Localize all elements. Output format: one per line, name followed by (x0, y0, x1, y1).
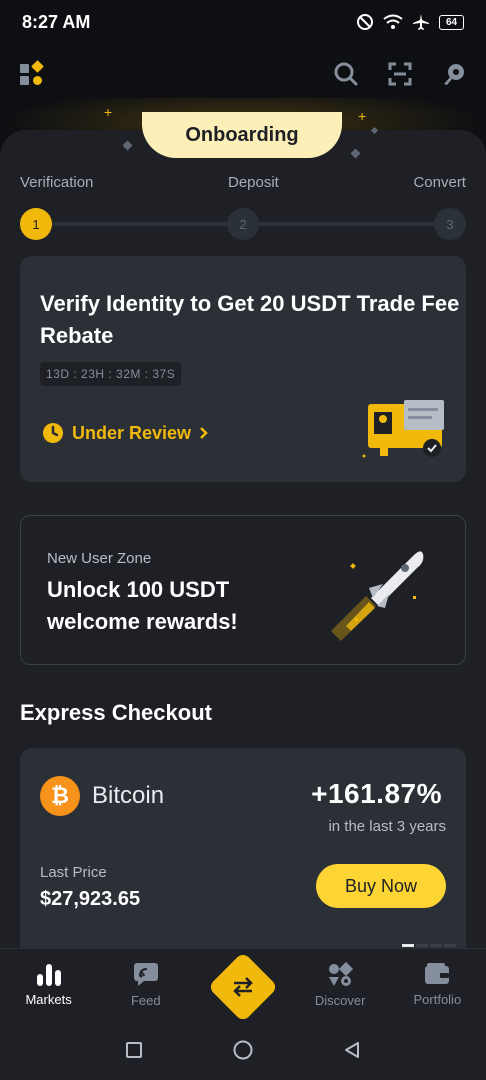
onboarding-tab: Onboarding (142, 112, 342, 158)
zone-caption: New User Zone (47, 550, 152, 567)
apps-menu-icon[interactable] (16, 58, 48, 90)
nav-portfolio-label: Portfolio (413, 992, 462, 1007)
discover-icon (329, 961, 354, 986)
android-nav-bar (0, 1020, 486, 1080)
clock-icon (43, 423, 63, 443)
nav-trade[interactable] (194, 949, 291, 1022)
airplane-mode-icon (413, 14, 429, 30)
buy-now-button[interactable]: Buy Now (316, 864, 446, 908)
battery-indicator: 64 (439, 14, 464, 30)
wallet-icon (425, 963, 450, 984)
express-checkout-title: Express Checkout (20, 700, 212, 725)
support-icon[interactable] (438, 58, 470, 90)
feed-icon (133, 963, 158, 986)
pager-dot (444, 944, 456, 947)
pager-dot (416, 944, 428, 947)
price-change: +161.87% (311, 778, 442, 809)
price-change-period: in the last 3 years (328, 818, 446, 835)
step-label-convert: Convert (413, 174, 466, 191)
zone-title: Unlock 100 USDT welcome rewards! (47, 577, 238, 634)
review-status: Under Review (72, 422, 192, 443)
back-button-icon[interactable] (342, 1040, 362, 1060)
nav-discover[interactable]: Discover (292, 949, 389, 1020)
bottom-nav: Markets Feed Discover Portfolio (0, 948, 486, 1022)
wifi-icon (383, 14, 403, 29)
steps-labels: Verification Deposit Convert (20, 174, 466, 191)
verify-identity-card[interactable]: Verify Identity to Get 20 USDT Trade Fee… (20, 256, 466, 482)
status-time: 8:27 AM (22, 11, 91, 32)
id-card-illustration (362, 400, 444, 458)
nav-discover-label: Discover (314, 993, 366, 1008)
nav-portfolio[interactable]: Portfolio (389, 949, 486, 1020)
scan-icon[interactable] (384, 58, 416, 90)
last-price-label: Last Price (40, 864, 107, 881)
step-dot-3: 3 (434, 208, 466, 240)
top-actions (330, 58, 470, 90)
nav-feed[interactable]: Feed (97, 949, 194, 1020)
step-label-verification: Verification (20, 174, 94, 191)
bar-chart-icon (36, 964, 61, 986)
verify-title: Verify Identity to Get 20 USDT Trade Fee… (40, 291, 460, 348)
step-label-deposit: Deposit (227, 174, 279, 191)
bitcoin-icon: ₿ (40, 776, 80, 816)
home-button-icon[interactable] (232, 1039, 254, 1061)
rocket-illustration (331, 551, 424, 641)
nav-markets[interactable]: Markets (0, 949, 97, 1020)
step-dot-1: 1 (20, 208, 52, 240)
recents-button-icon[interactable] (124, 1040, 144, 1060)
pager-dot (430, 944, 442, 947)
pager-dot-active (402, 944, 414, 947)
top-bar (0, 50, 486, 98)
trade-swap-icon (207, 951, 279, 1022)
nav-feed-label: Feed (130, 993, 161, 1008)
carousel-pager (402, 944, 456, 947)
new-user-zone-card[interactable]: New User Zone Unlock 100 USDT welcome re… (20, 515, 466, 665)
status-bar: 8:27 AM 64 (0, 0, 486, 44)
step-dot-2: 2 (227, 208, 259, 240)
do-not-disturb-icon (357, 14, 373, 30)
search-icon[interactable] (330, 58, 362, 90)
sparkle-icon: + (358, 108, 367, 124)
chevron-right-icon (200, 427, 208, 439)
last-price-value: $27,923.65 (40, 888, 141, 910)
status-icons: 64 (356, 13, 464, 31)
countdown-timer: 13D : 23H : 32M : 37S (40, 362, 182, 386)
sparkle-icon: + (104, 104, 113, 120)
coin-name: Bitcoin (92, 782, 165, 809)
nav-markets-label: Markets (25, 992, 72, 1007)
express-checkout-card: ₿ Bitcoin +161.87% in the last 3 years L… (20, 748, 466, 958)
under-review-link[interactable]: Under Review (42, 422, 209, 444)
